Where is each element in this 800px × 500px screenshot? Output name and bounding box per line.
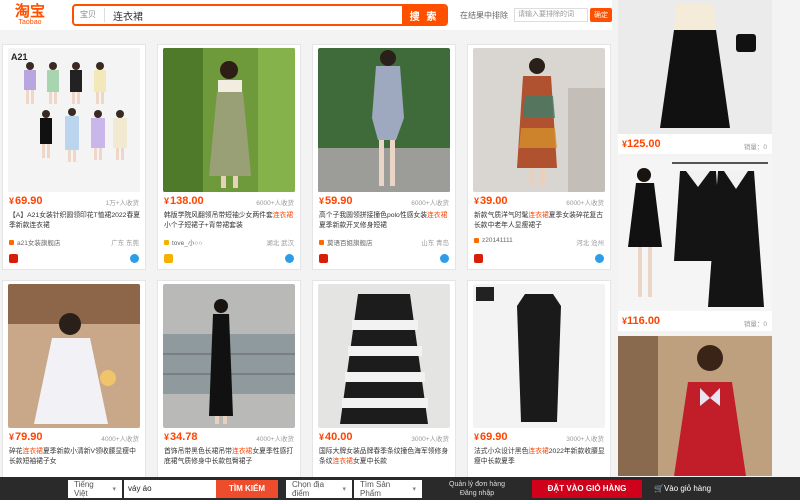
exclude-input[interactable]: 请输入要排除的词 [514, 8, 588, 22]
paid-count: 4000+人收货 [101, 436, 139, 443]
location-select[interactable]: Chọn địa điểm ▾ [286, 479, 352, 498]
search-box: 宝贝 连衣裙 搜 索 [72, 4, 448, 26]
taobao-logo[interactable]: 淘宝 Taobao [6, 2, 54, 28]
product-image[interactable] [163, 284, 295, 428]
tmall-badge-icon [474, 254, 483, 263]
recommend-price: ¥125.00 [622, 138, 661, 150]
product-price: ¥40.00 [319, 431, 353, 443]
product-title[interactable]: 新款气质洋气时髦连衣裙夏季女装碎花复古长款中老年人显瘦裙子 [474, 211, 606, 231]
paid-count: 3000+人收货 [566, 436, 604, 443]
exclude-label: 在结果中排除 [460, 10, 508, 20]
search-scope-dropdown[interactable]: 宝贝 [74, 8, 105, 22]
top-header: 淘宝 Taobao 宝贝 连衣裙 搜 索 在结果中排除 请输入要排除的词 确定 [0, 0, 612, 30]
search-button[interactable]: 搜 索 [402, 6, 446, 24]
tmall-badge-icon [319, 254, 328, 263]
product-title[interactable]: 高个子我圆领拼接撞色polo性感女装连衣裙夏季新款开叉修身短裙 [319, 211, 451, 231]
chevron-down-icon: ▾ [112, 485, 116, 493]
shop-icon [474, 238, 479, 243]
product-card[interactable]: A21 ¥69.90 1万+人收货 【A】A21女装针织圆领印花T恤裙2022春… [2, 44, 146, 270]
shop-link[interactable]: 莫语百姐旗舰店 [319, 237, 373, 247]
tmall-badge-icon [9, 254, 18, 263]
search-input[interactable]: 连衣裙 [105, 8, 402, 23]
recommend-card[interactable]: ¥116.00 销量：0 [618, 157, 772, 331]
product-image[interactable]: A21 [8, 48, 140, 192]
product-card[interactable]: ¥69.90 3000+人收货 法式小众设计黑色连衣裙2022年新款收腰显瘦中长… [467, 280, 611, 500]
product-price: ¥59.90 [319, 195, 353, 207]
paid-count: 3000+人收货 [411, 436, 449, 443]
recommend-sales: 销量：0 [743, 144, 767, 151]
product-image[interactable] [163, 48, 295, 192]
product-image[interactable] [318, 284, 450, 428]
chevron-down-icon: ▾ [412, 485, 416, 493]
recommend-card[interactable]: ¥125.00 销量：0 [618, 0, 772, 154]
product-price: ¥39.00 [474, 195, 508, 207]
language-select[interactable]: Tiếng Việt ▾ [68, 479, 122, 498]
paid-count: 6000+人收货 [411, 200, 449, 207]
product-title[interactable]: 首饰吊带黑色长裙吊带连衣裙女夏季性感打底裙气质修身中长款包臀裙子 [164, 447, 296, 467]
shop-link[interactable]: tove_小○○ [164, 237, 202, 247]
shop-icon [9, 239, 14, 245]
shop-icon [164, 239, 169, 245]
shop-location: 湖北 武汉 [266, 240, 294, 247]
shop-link[interactable]: a21女装旗舰店 [9, 237, 60, 247]
product-price: ¥69.90 [474, 431, 508, 443]
order-management-link[interactable]: Quản lý đơn hàng Đăng nhập [442, 480, 512, 498]
chevron-down-icon: ▾ [342, 485, 346, 493]
product-card[interactable]: ¥39.00 6000+人收货 新款气质洋气时髦连衣裙夏季女装碎花复古长款中老年… [467, 44, 611, 270]
product-image[interactable] [318, 48, 450, 192]
product-card[interactable]: ¥79.90 4000+人收货 碎花连衣裙夏季新款小清新V领收腰显瘦中长款短袖裙… [2, 280, 146, 500]
product-price: ¥69.90 [9, 195, 43, 207]
wangwang-chat-icon[interactable] [595, 254, 604, 263]
paid-count: 4000+人收货 [256, 436, 294, 443]
product-type-select[interactable]: Tìm Sản Phẩm ▾ [354, 479, 422, 498]
product-title[interactable]: 【A】A21女装针织圆领印花T恤裙2022春夏季新款连衣裙 [9, 211, 141, 231]
cart-icon: 🛒 [654, 484, 664, 493]
product-price: ¥138.00 [164, 195, 204, 207]
vn-search-button[interactable]: TÌM KIẾM [216, 479, 278, 498]
product-title[interactable]: 韩版学院风翻领吊带短袖少女两件套连衣裙小个子短裙子+背带裙套装 [164, 211, 296, 231]
recommend-image[interactable] [618, 157, 772, 311]
product-card[interactable]: ¥138.00 6000+人收货 韩版学院风翻领吊带短袖少女两件套连衣裙小个子短… [157, 44, 301, 270]
product-price: ¥34.78 [164, 431, 198, 443]
product-card[interactable]: ¥59.90 6000+人收货 高个子我圆领拼接撞色polo性感女装连衣裙夏季新… [312, 44, 456, 270]
product-card[interactable]: ¥34.78 4000+人收货 首饰吊带黑色长裙吊带连衣裙女夏季性感打底裙气质修… [157, 280, 301, 500]
shop-location: 河北 沧州 [576, 240, 604, 247]
shop-location: 广东 东莞 [111, 240, 139, 247]
order-extension-bar: Tiếng Việt ▾ váy áo TÌM KIẾM Chọn địa điể… [0, 477, 800, 500]
paid-count: 1万+人收货 [105, 200, 139, 207]
translated-search-input[interactable]: váy áo [124, 479, 216, 498]
product-title[interactable]: 碎花连衣裙夏季新款小清新V领收腰显瘦中长款短袖裙子女 [9, 447, 141, 467]
product-price: ¥79.90 [9, 431, 43, 443]
shop-level-icon [164, 254, 173, 263]
shop-icon [319, 239, 324, 245]
wangwang-chat-icon[interactable] [285, 254, 294, 263]
product-title[interactable]: 国际大牌女装品牌春季条纹撞色海军领修身条纹连衣裙女夏中长款 [319, 447, 451, 467]
recommend-image[interactable] [618, 0, 772, 134]
recommend-sales: 销量：0 [743, 321, 767, 328]
add-to-cart-button[interactable]: ĐẶT VÀO GIỎ HÀNG [532, 479, 642, 498]
product-title[interactable]: 法式小众设计黑色连衣裙2022年新款收腰显瘦中长款夏季 [474, 447, 606, 467]
exclude-filter: 在结果中排除 请输入要排除的词 确定 [460, 8, 612, 22]
shop-link[interactable]: z20141111 [474, 237, 513, 244]
paid-count: 6000+人收货 [256, 200, 294, 207]
go-to-cart-link[interactable]: 🛒 Vào giỏ hàng [654, 484, 711, 493]
logo-en: Taobao [18, 18, 42, 26]
recommend-image[interactable] [618, 336, 772, 476]
paid-count: 6000+人收货 [566, 200, 604, 207]
wangwang-chat-icon[interactable] [440, 254, 449, 263]
product-image[interactable] [8, 284, 140, 428]
recommend-price: ¥116.00 [622, 315, 661, 327]
wangwang-chat-icon[interactable] [130, 254, 139, 263]
product-card[interactable]: ¥40.00 3000+人收货 国际大牌女装品牌春季条纹撞色海军领修身条纹连衣裙… [312, 280, 456, 500]
svg-text:A21: A21 [11, 52, 28, 62]
page-scrollbar[interactable] [788, 0, 800, 474]
logo-cn: 淘宝 [14, 2, 45, 20]
shop-location: 山东 青岛 [421, 240, 449, 247]
product-image[interactable] [473, 48, 605, 192]
product-image[interactable] [473, 284, 605, 428]
recommend-card[interactable] [618, 336, 772, 476]
exclude-ok-button[interactable]: 确定 [590, 8, 612, 22]
